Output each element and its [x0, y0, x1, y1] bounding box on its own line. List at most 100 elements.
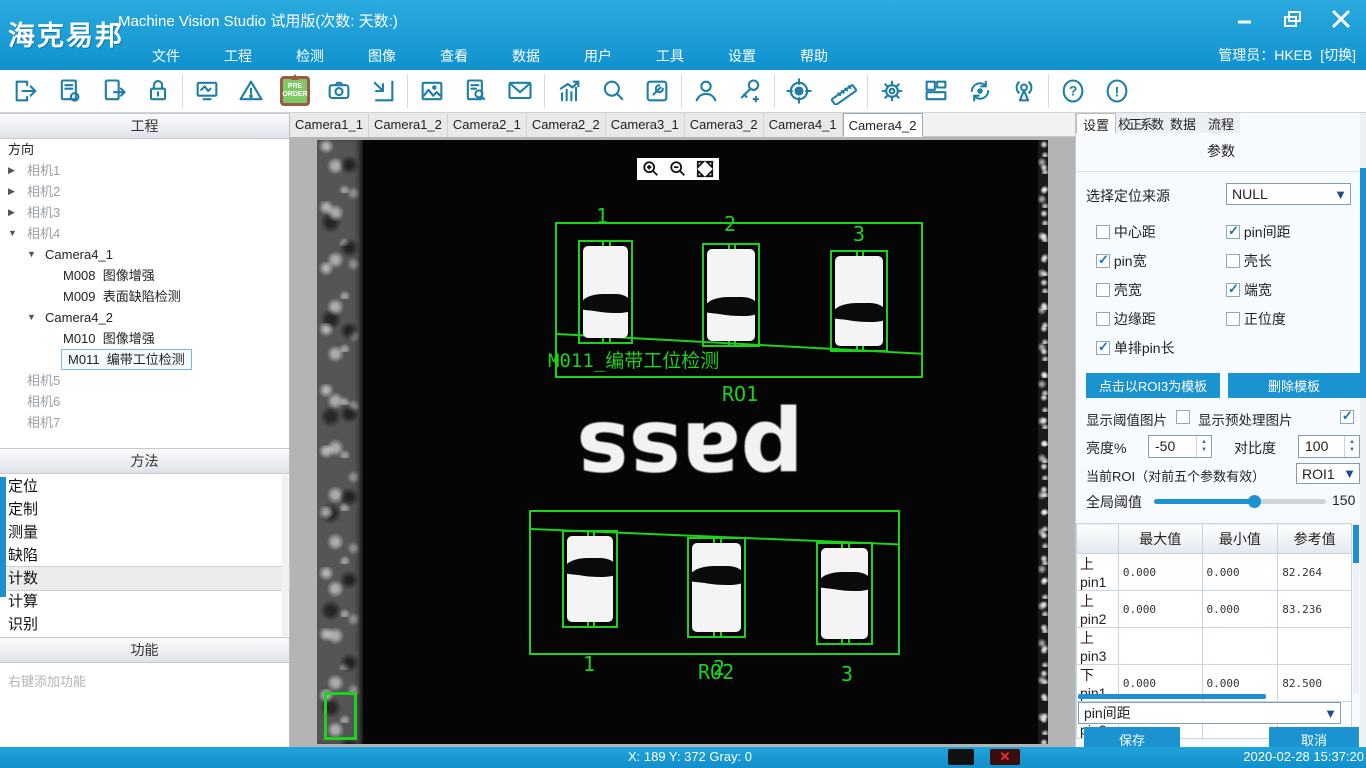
menu-help[interactable]: 帮助 [778, 46, 850, 66]
export-icon[interactable] [4, 72, 48, 110]
checkbox-edge-dist[interactable]: 边缘距 [1096, 309, 1156, 329]
doc-settings-icon[interactable] [48, 72, 92, 110]
minimize-button[interactable] [1228, 4, 1262, 34]
locate-source-select[interactable]: NULL▼ [1226, 183, 1351, 205]
search-icon[interactable] [591, 72, 635, 110]
checkbox-icon[interactable] [1096, 341, 1110, 355]
checkbox-icon[interactable] [1226, 283, 1240, 297]
tree-item-camera4-2[interactable]: ▼Camera4_2 [0, 307, 289, 328]
antenna-icon[interactable] [1002, 72, 1046, 110]
tree-item-direction[interactable]: 方向 [0, 139, 289, 160]
delete-template-button[interactable]: 删除模板 [1228, 373, 1360, 398]
preorder-badge-icon[interactable]: PREORDER [273, 72, 317, 110]
lock-icon[interactable] [136, 72, 180, 110]
tree-item-m011-selected[interactable]: M011 编带工位检测 [0, 349, 289, 370]
menu-tools[interactable]: 工具 [634, 46, 706, 66]
zoom-in-icon[interactable] [642, 160, 660, 178]
checkbox-icon[interactable] [1096, 283, 1110, 297]
image-icon[interactable] [410, 72, 454, 110]
method-calc[interactable]: 计算 [0, 590, 289, 613]
menu-file[interactable]: 文件 [130, 46, 202, 66]
tab-camera2-2[interactable]: Camera2_2 [527, 113, 606, 137]
alert-icon[interactable]: ! [1095, 72, 1139, 110]
key-add-icon[interactable] [728, 72, 772, 110]
sync-icon[interactable] [958, 72, 1002, 110]
doc-export-icon[interactable] [92, 72, 136, 110]
tree-item-m009[interactable]: M009 表面缺陷检测 [0, 286, 289, 307]
tree-item-camera6[interactable]: 相机6 [0, 391, 289, 412]
tree-item-camera3[interactable]: ▶相机3 [0, 202, 289, 223]
monitor-icon[interactable] [185, 72, 229, 110]
tab-settings[interactable]: 设置 [1076, 113, 1116, 133]
wrench-icon[interactable] [635, 72, 679, 110]
tab-calibration[interactable]: 校正系数 [1116, 113, 1164, 133]
tab-data[interactable]: 数据 [1164, 113, 1202, 133]
show-threshold-checkbox[interactable] [1176, 410, 1190, 424]
zoom-out-icon[interactable] [669, 160, 687, 178]
checkbox-icon[interactable] [1226, 254, 1240, 268]
tree-item-m008[interactable]: M008 图像增强 [0, 265, 289, 286]
layout-icon[interactable] [914, 72, 958, 110]
tree-item-camera4-1[interactable]: ▼Camera4_1 [0, 244, 289, 265]
show-preprocess-checkbox[interactable] [1340, 410, 1354, 424]
checkbox-icon[interactable] [1096, 312, 1110, 326]
tab-camera4-1[interactable]: Camera4_1 [764, 113, 843, 137]
tab-camera4-2-active[interactable]: Camera4_2 [843, 113, 923, 137]
method-defect[interactable]: 缺陷 [0, 544, 289, 567]
checkbox-icon[interactable] [1096, 225, 1110, 239]
checkbox-icon[interactable] [1226, 312, 1240, 326]
tree-item-camera2[interactable]: ▶相机2 [0, 181, 289, 202]
current-roi-select[interactable]: ROI1▼ [1296, 463, 1360, 484]
brightness-stepper[interactable]: -50 ▲▼ [1148, 435, 1212, 458]
method-custom[interactable]: 定制 [0, 498, 289, 521]
checkbox-icon[interactable] [1096, 254, 1110, 268]
tab-camera3-2[interactable]: Camera3_2 [685, 113, 764, 137]
warning-icon[interactable] [229, 72, 273, 110]
mail-icon[interactable] [498, 72, 542, 110]
tree-item-camera4[interactable]: ▼相机4 [0, 223, 289, 244]
method-locate[interactable]: 定位 [0, 475, 289, 498]
tree-item-camera7[interactable]: 相机7 [0, 412, 289, 433]
table-scrollbar-thumb[interactable] [1353, 525, 1359, 563]
method-measure[interactable]: 测量 [0, 521, 289, 544]
fit-view-icon[interactable] [696, 160, 714, 178]
menu-detect[interactable]: 检测 [274, 46, 346, 66]
tree-item-m010[interactable]: M010 图像增强 [0, 328, 289, 349]
method-recognize[interactable]: 识别 [0, 613, 289, 636]
stepper-arrows-icon[interactable]: ▲▼ [1196, 436, 1211, 457]
table-row[interactable]: 上pin3 [1077, 628, 1352, 665]
checkbox-pin-pitch[interactable]: pin间距 [1226, 222, 1291, 242]
slider-thumb[interactable] [1248, 495, 1261, 508]
image-viewport[interactable]: 1 2 3 M011_编带工位检测 RO1 pass 1 2 [290, 137, 1075, 747]
checkbox-icon[interactable] [1226, 225, 1240, 239]
tree-item-camera5[interactable]: 相机5 [0, 370, 289, 391]
table-hscrollbar-thumb[interactable] [1078, 694, 1266, 699]
tab-flow[interactable]: 流程 [1202, 113, 1240, 133]
panel-scrollbar-thumb[interactable] [1360, 168, 1366, 398]
checkbox-position-degree[interactable]: 正位度 [1226, 309, 1286, 329]
checkbox-center-dist[interactable]: 中心距 [1096, 222, 1156, 242]
user-icon[interactable] [684, 72, 728, 110]
doc-search-icon[interactable] [454, 72, 498, 110]
restore-button[interactable] [1276, 4, 1310, 34]
method-scrollbar[interactable] [282, 475, 288, 636]
import-image-icon[interactable] [361, 72, 405, 110]
method-scrollbar-thumb[interactable] [0, 477, 6, 597]
switch-user-link[interactable]: [切换] [1320, 47, 1356, 63]
menu-settings[interactable]: 设置 [706, 46, 778, 66]
table-row[interactable]: 上pin1 0.000 0.000 82.264 [1077, 554, 1352, 591]
camera-icon[interactable] [317, 72, 361, 110]
camera-image[interactable]: 1 2 3 M011_编带工位检测 RO1 pass 1 2 [317, 140, 1048, 744]
menu-image[interactable]: 图像 [346, 46, 418, 66]
checkbox-shell-length[interactable]: 壳长 [1226, 251, 1272, 271]
method-count-selected[interactable]: 计数 [0, 567, 289, 590]
table-row[interactable]: 上pin2 0.000 0.000 83.236 [1077, 591, 1352, 628]
tab-camera1-2[interactable]: Camera1_2 [369, 113, 448, 137]
help-icon[interactable]: ? [1051, 72, 1095, 110]
menu-data[interactable]: 数据 [490, 46, 562, 66]
measure-item-select[interactable]: pin间距▼ [1078, 702, 1341, 724]
ruler-icon[interactable] [821, 72, 865, 110]
contrast-stepper[interactable]: 100 ▲▼ [1298, 435, 1360, 458]
checkbox-shell-width[interactable]: 壳宽 [1096, 280, 1142, 300]
chart-icon[interactable] [547, 72, 591, 110]
